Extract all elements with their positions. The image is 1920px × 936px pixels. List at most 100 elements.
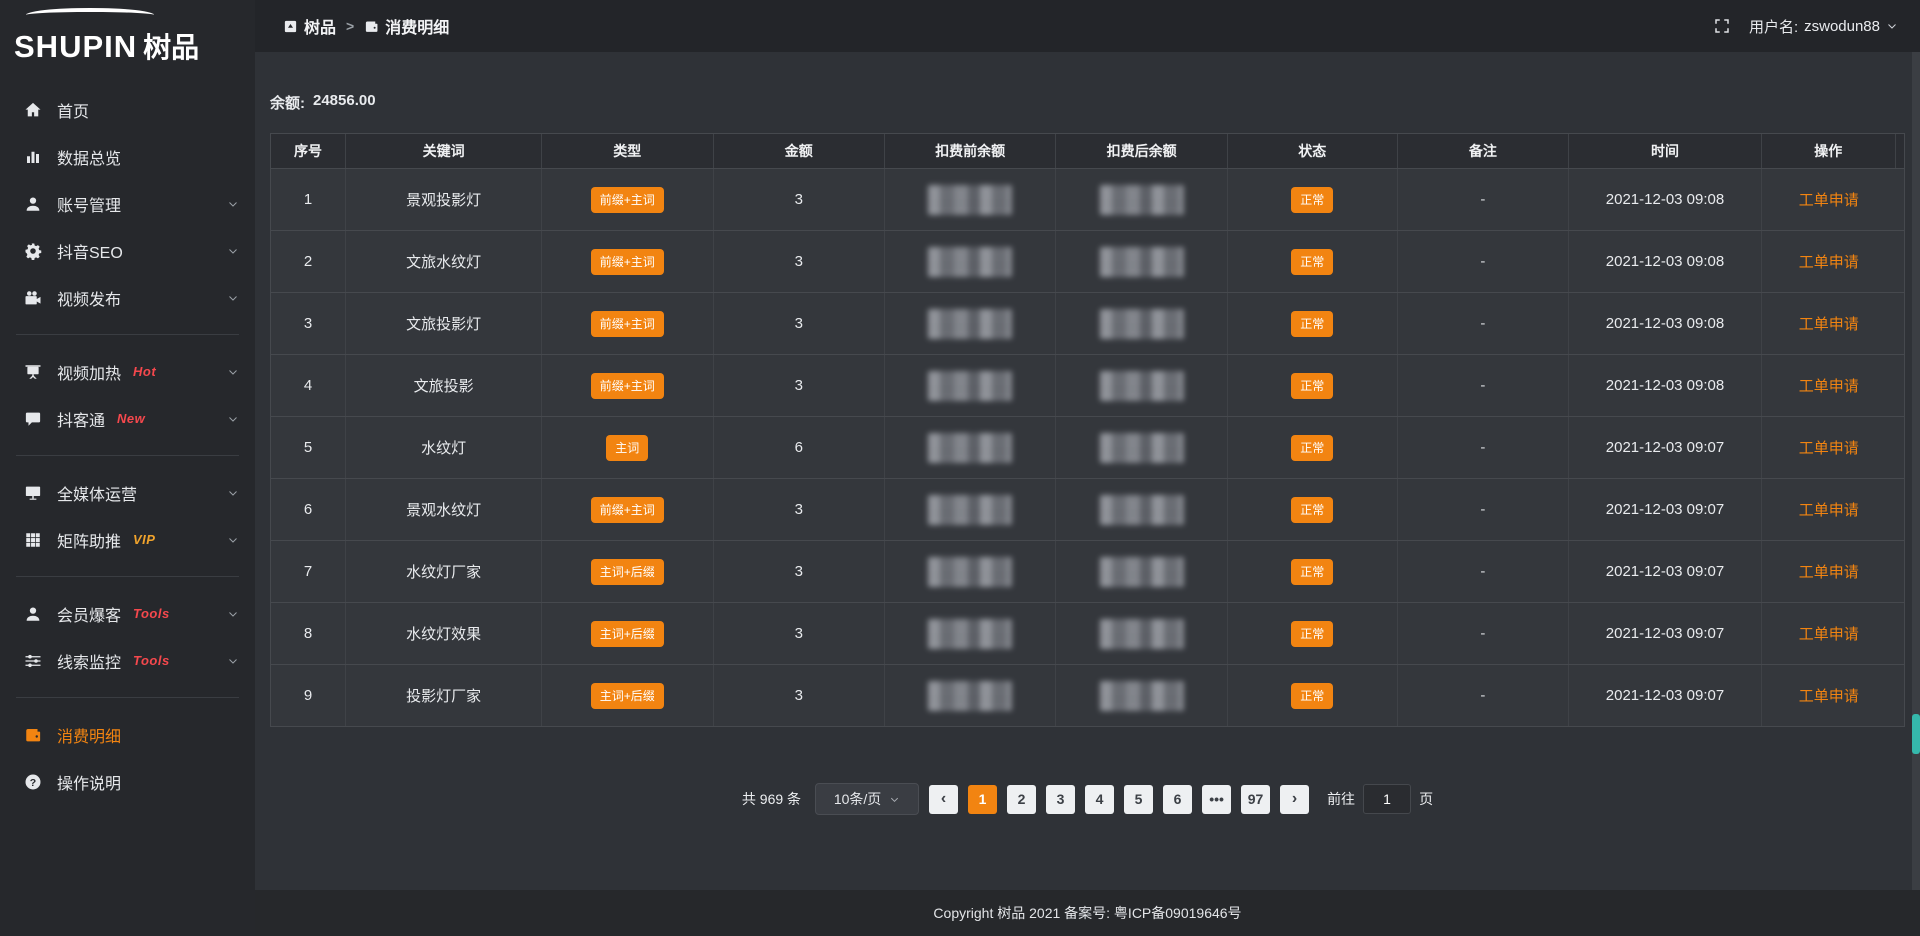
redacted-balance-before <box>928 247 1012 277</box>
next-page-button[interactable]: › <box>1280 785 1309 814</box>
ticket-apply-link[interactable]: 工单申请 <box>1799 313 1859 334</box>
chevron-down-icon <box>227 245 239 257</box>
topbar: > 树品 > 消费明细 用户名: zswodun88 <box>255 0 1920 52</box>
cell-index: 3 <box>271 293 346 354</box>
ticket-apply-link[interactable]: 工单申请 <box>1799 375 1859 396</box>
cell-action: 工单申请 <box>1762 541 1896 602</box>
scrollbar-thumb[interactable] <box>1912 714 1920 754</box>
cell-amount: 3 <box>714 479 885 540</box>
cell-action: 工单申请 <box>1762 479 1896 540</box>
sidebar-item-all-media-operation[interactable]: 全媒体运营 <box>0 469 255 516</box>
breadcrumb-item[interactable]: 树品 <box>283 14 336 38</box>
logo-text-en: SHUPIN <box>14 31 137 62</box>
cell-status: 正常 <box>1228 355 1398 416</box>
cell-status: 正常 <box>1228 603 1398 664</box>
nav-section-divider <box>16 334 239 335</box>
ticket-apply-link[interactable]: 工单申请 <box>1799 437 1859 458</box>
nav-section-divider <box>16 455 239 456</box>
cell-amount: 3 <box>714 541 885 602</box>
status-badge: 正常 <box>1291 621 1333 647</box>
sidebar-item-video-publish[interactable]: 视频发布 <box>0 274 255 321</box>
sidebar-item-home[interactable]: 首页 <box>0 86 255 133</box>
cell-status: 正常 <box>1228 665 1398 726</box>
fullscreen-icon[interactable] <box>1713 17 1731 35</box>
cell-action: 工单申请 <box>1762 417 1896 478</box>
table-header-cell: 金额 <box>714 134 885 168</box>
nav-section-divider <box>16 697 239 698</box>
cell-amount: 3 <box>714 169 885 230</box>
page-number-button[interactable]: 6 <box>1163 785 1192 814</box>
cell-balance-before <box>885 665 1056 726</box>
cell-balance-before <box>885 479 1056 540</box>
table-header-cell: 类型 <box>542 134 713 168</box>
page-number-button[interactable]: 97 <box>1241 785 1270 814</box>
cell-balance-before <box>885 355 1056 416</box>
cell-type: 前缀+主词 <box>542 479 713 540</box>
scrollbar-track[interactable] <box>1912 52 1920 890</box>
ticket-apply-link[interactable]: 工单申请 <box>1799 623 1859 644</box>
cell-balance-after <box>1056 355 1227 416</box>
page-number-button[interactable]: 5 <box>1124 785 1153 814</box>
cell-balance-before <box>885 293 1056 354</box>
cell-type: 前缀+主词 <box>542 293 713 354</box>
breadcrumb-item[interactable]: 消费明细 <box>364 14 449 38</box>
sidebar-item-data-overview[interactable]: 数据总览 <box>0 133 255 180</box>
ticket-apply-link[interactable]: 工单申请 <box>1799 499 1859 520</box>
table-row: 1 景观投影灯 前缀+主词 3 正常 - 2021-12-03 09:08 <box>271 168 1904 230</box>
sidebar-item-video-heat[interactable]: 视频加热 Hot <box>0 348 255 395</box>
sidebar-item-matrix-boost[interactable]: 矩阵助推 VIP <box>0 516 255 563</box>
page-number-button[interactable]: 3 <box>1046 785 1075 814</box>
cell-note: - <box>1398 603 1569 664</box>
sidebar-item-icon <box>24 101 42 119</box>
goto-page-input[interactable] <box>1363 784 1411 814</box>
cell-time: 2021-12-03 09:07 <box>1569 603 1762 664</box>
cell-balance-after <box>1056 417 1227 478</box>
table-row: 3 文旅投影灯 前缀+主词 3 正常 - 2021-12-03 09:08 <box>271 292 1904 354</box>
sidebar-item-douketong[interactable]: 抖客通 New <box>0 395 255 442</box>
chevron-down-icon <box>227 608 239 620</box>
ticket-apply-link[interactable]: 工单申请 <box>1799 561 1859 582</box>
cell-type: 主词+后缀 <box>542 665 713 726</box>
user-menu[interactable]: 用户名: zswodun88 <box>1749 16 1898 37</box>
app-logo[interactable]: SHUPIN 树品 <box>0 0 255 62</box>
sidebar-item-icon <box>24 531 42 549</box>
balance: 余额: 24856.00 <box>270 92 1905 113</box>
chevron-down-icon <box>227 366 239 378</box>
status-badge: 正常 <box>1291 311 1333 337</box>
cell-index: 9 <box>271 665 346 726</box>
cell-balance-before <box>885 603 1056 664</box>
status-badge: 正常 <box>1291 249 1333 275</box>
status-badge: 正常 <box>1291 187 1333 213</box>
cell-note: - <box>1398 355 1569 416</box>
page-number-button[interactable]: ••• <box>1202 785 1231 814</box>
sidebar-item-operation-guide[interactable]: 操作说明 <box>0 758 255 805</box>
cell-balance-before <box>885 541 1056 602</box>
redacted-balance-before <box>928 309 1012 339</box>
cell-keyword: 文旅投影 <box>346 355 542 416</box>
sidebar-item-tag: VIP <box>133 532 155 547</box>
sidebar-item-account-management[interactable]: 账号管理 <box>0 180 255 227</box>
ticket-apply-link[interactable]: 工单申请 <box>1799 685 1859 706</box>
cell-amount: 3 <box>714 603 885 664</box>
type-badge: 前缀+主词 <box>591 497 664 523</box>
redacted-balance-after <box>1100 557 1184 587</box>
ticket-apply-link[interactable]: 工单申请 <box>1799 251 1859 272</box>
redacted-balance-before <box>928 619 1012 649</box>
chevron-down-icon <box>227 292 239 304</box>
type-badge: 前缀+主词 <box>591 373 664 399</box>
sidebar-item-consume-detail[interactable]: 消费明细 <box>0 711 255 758</box>
table-header-cell: 备注 <box>1398 134 1569 168</box>
ticket-apply-link[interactable]: 工单申请 <box>1799 189 1859 210</box>
sidebar-item-lead-monitor[interactable]: 线索监控 Tools <box>0 637 255 684</box>
page-number-button[interactable]: 2 <box>1007 785 1036 814</box>
page-number-button[interactable]: 1 <box>968 785 997 814</box>
sidebar-item-icon <box>24 605 42 623</box>
sidebar-item-douyin-seo[interactable]: 抖音SEO <box>0 227 255 274</box>
copyright-text: Copyright 树品 2021 备案号: 粤ICP备09019646号 <box>933 903 1241 923</box>
sidebar-item-member-burst[interactable]: 会员爆客 Tools <box>0 590 255 637</box>
breadcrumb-separator: > <box>346 18 354 34</box>
breadcrumb-icon <box>283 19 298 34</box>
page-size-select[interactable]: 10条/页 <box>815 783 919 815</box>
page-number-button[interactable]: 4 <box>1085 785 1114 814</box>
prev-page-button[interactable]: ‹ <box>929 785 958 814</box>
